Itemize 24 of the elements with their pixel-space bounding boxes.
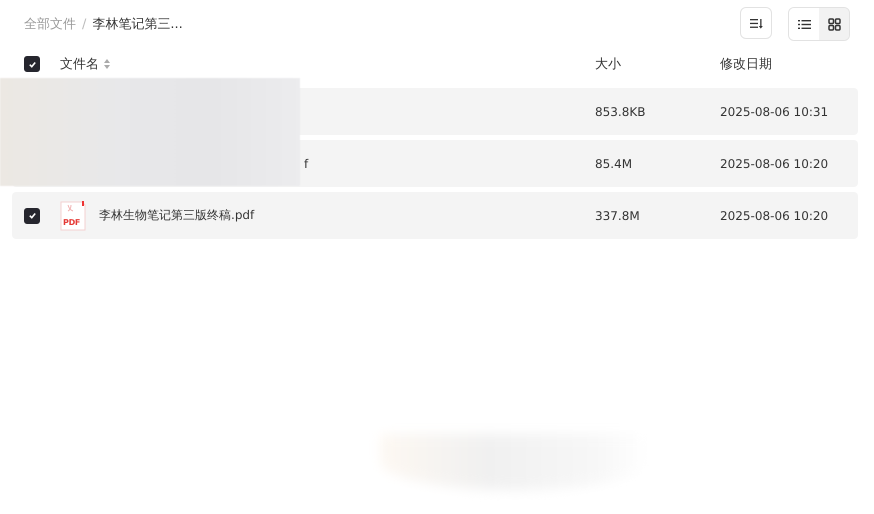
select-all-checkbox[interactable] — [24, 56, 40, 72]
column-header: 大小 — [595, 56, 622, 73]
file-row[interactable]: PDF 李林生物笔记第三版终稿.pdf 337.8M 2025-08-06 10:20 — [12, 192, 858, 239]
file-size: 85.4M — [595, 156, 634, 170]
grid-icon — [828, 18, 840, 30]
modified-date: 2025-08-06 10:31 — [720, 104, 830, 118]
sort-icon — [750, 18, 762, 28]
column-header: 修改日期 — [720, 56, 773, 73]
file-size: 337.8M — [595, 208, 641, 222]
file-name: 李林生物笔记第三版终稿.pdf — [98, 207, 256, 224]
view-mode-button[interactable] — [789, 8, 819, 40]
column-header: 文件名 — [60, 56, 99, 73]
sort-button[interactable] — [740, 7, 772, 39]
modified-date: 2025-08-06 10:20 — [720, 208, 830, 222]
pdf-file-icon: PDF — [60, 200, 86, 230]
breadcrumb-separator: / — [82, 16, 86, 32]
file-name: f — [303, 156, 310, 170]
checkmark-icon — [28, 60, 36, 68]
modified-date: 2025-08-06 10:20 — [720, 156, 830, 170]
list-icon — [798, 18, 810, 30]
breadcrumb-item: 李林笔记第三... — [92, 16, 183, 33]
file-size: 853.8KB — [595, 104, 646, 118]
row-checkbox[interactable] — [24, 208, 40, 224]
checkmark-icon — [28, 211, 36, 220]
